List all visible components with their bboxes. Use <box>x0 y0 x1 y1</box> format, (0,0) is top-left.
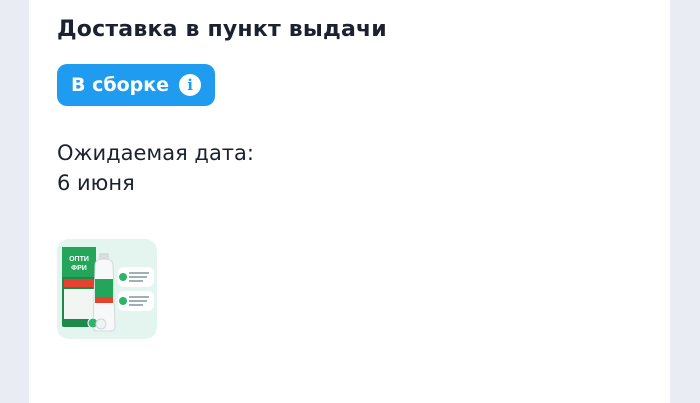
product-image: ОПТИ ФРИ <box>57 239 157 339</box>
delivery-title: Доставка в пункт выдачи <box>57 17 387 42</box>
status-badge-label: В сборке <box>71 74 170 96</box>
info-icon[interactable]: i <box>179 74 202 96</box>
expected-date-label: Ожидаемая дата: <box>57 141 254 165</box>
delivery-card: Доставка в пункт выдачи В сборке i Ожида… <box>29 0 670 403</box>
expected-date-block: Ожидаемая дата: 6 июня <box>57 138 254 198</box>
expected-date-value: 6 июня <box>57 171 135 195</box>
box-brand-line1: ОПТИ <box>69 256 89 263</box>
product-thumbnail[interactable]: ОПТИ ФРИ <box>57 239 157 339</box>
status-badge[interactable]: В сборке i <box>57 64 216 106</box>
box-brand-line2: ФРИ <box>71 265 87 272</box>
